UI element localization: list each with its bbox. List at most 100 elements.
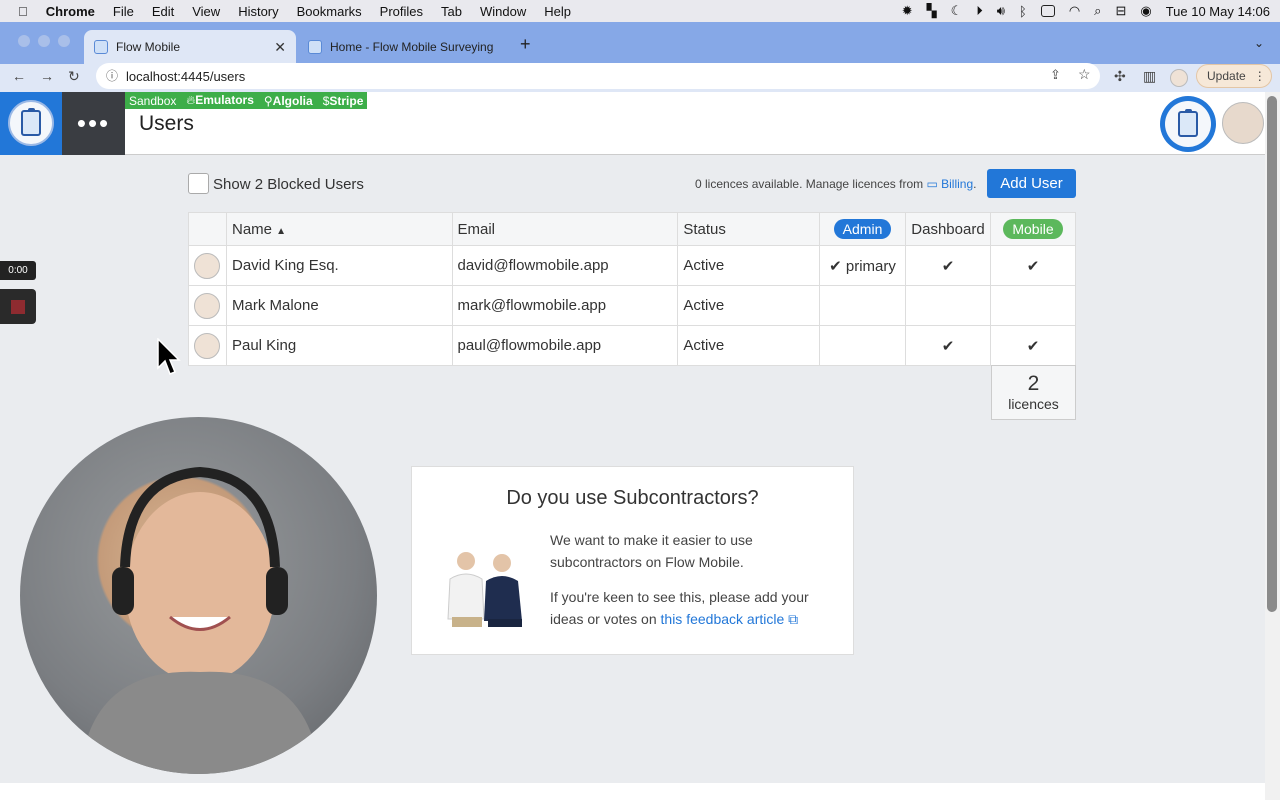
dashboard-cell[interactable]: ✔	[904, 245, 991, 286]
env-algolia[interactable]: ⚲Algolia	[264, 94, 313, 108]
feedback-article-link[interactable]: this feedback article ⧉	[661, 611, 799, 627]
user-name[interactable]: Mark Malone	[225, 285, 453, 326]
avatar	[194, 332, 221, 359]
wifi-icon[interactable]: ◠	[1069, 3, 1080, 19]
env-sandbox[interactable]: Sandbox	[129, 94, 176, 108]
mobile-column-header[interactable]: Mobile	[989, 212, 1077, 246]
scrollbar-thumb[interactable]	[1267, 96, 1277, 612]
side-panel-icon[interactable]: ▥	[1143, 68, 1156, 85]
menu-profiles[interactable]: Profiles	[380, 4, 423, 19]
profile-avatar[interactable]	[1170, 69, 1188, 87]
env-emulators[interactable]: 🔥︎Emulators	[186, 93, 254, 108]
grid-status-icon[interactable]: ▚	[927, 3, 937, 19]
name-column-header[interactable]: Name ▲	[225, 212, 453, 246]
sort-ascending-icon: ▲	[276, 225, 287, 237]
app-menu-button[interactable]: •••	[62, 92, 125, 155]
admin-cell[interactable]	[819, 285, 906, 326]
name-header-label: Name	[231, 220, 272, 238]
stop-recording-button[interactable]	[0, 289, 36, 324]
menu-window[interactable]: Window	[480, 4, 526, 19]
add-user-button[interactable]: Add User	[987, 169, 1076, 198]
site-info-icon[interactable]: ⓘ	[106, 67, 118, 84]
page-footer	[0, 783, 1265, 800]
dashboard-column-header[interactable]: Dashboard	[904, 212, 991, 246]
tab-title: Flow Mobile	[116, 40, 181, 54]
menu-bookmarks[interactable]: Bookmarks	[297, 4, 362, 19]
show-blocked-checkbox[interactable]	[188, 173, 209, 194]
kebab-icon: ⋮	[1253, 69, 1266, 83]
users-table: Name ▲ Email Status Admin Dashboard Mobi…	[188, 212, 1077, 366]
clock[interactable]: Tue 10 May 14:06	[1166, 4, 1270, 19]
tab-home-flow-mobile-surveying[interactable]: Home - Flow Mobile Surveying	[298, 30, 510, 64]
scrollbar[interactable]	[1265, 92, 1280, 800]
table-row[interactable]: Mark Malone mark@flowmobile.app Active	[188, 285, 1077, 326]
new-tab-icon[interactable]: +	[520, 34, 531, 55]
table-row[interactable]: Paul King paul@flowmobile.app Active ✔ ✔	[188, 325, 1077, 366]
mobile-cell[interactable]: ✔	[989, 245, 1077, 286]
menu-edit[interactable]: Edit	[152, 4, 174, 19]
share-icon[interactable]: ⇪	[1050, 67, 1061, 83]
mobile-cell[interactable]	[989, 285, 1077, 326]
row-avatar	[188, 325, 227, 366]
avatar	[194, 252, 221, 279]
volume-icon[interactable]: 🔊︎	[997, 3, 1005, 19]
admin-cell[interactable]	[819, 325, 906, 366]
control-center-icon[interactable]: ⊟	[1115, 3, 1126, 19]
licence-total: 2 licences	[991, 365, 1076, 420]
close-tab-icon[interactable]: ✕	[274, 39, 286, 56]
tab-flow-mobile[interactable]: Flow Mobile ✕	[84, 30, 296, 64]
mobile-badge: Mobile	[1003, 219, 1063, 239]
menu-chrome[interactable]: Chrome	[46, 4, 95, 19]
user-name[interactable]: David King Esq.	[225, 245, 453, 286]
minimize-window-icon[interactable]	[38, 35, 50, 47]
user-avatar[interactable]	[1222, 102, 1264, 144]
menu-view[interactable]: View	[192, 4, 220, 19]
extensions-icon[interactable]: ✣	[1114, 68, 1126, 85]
battery-icon[interactable]	[1040, 5, 1055, 17]
search-icon[interactable]: ⌕	[1094, 3, 1101, 19]
user-email: david@flowmobile.app	[451, 245, 679, 286]
address-bar[interactable]: ⓘ localhost:4445/users ⇪ ☆	[96, 63, 1100, 89]
bluetooth-icon[interactable]: ᛒ	[1019, 4, 1027, 19]
env-stripe[interactable]: $Stripe	[323, 94, 364, 108]
user-name[interactable]: Paul King	[225, 325, 453, 366]
siri-icon[interactable]: ◉	[1140, 3, 1151, 19]
table-row[interactable]: David King Esq. david@flowmobile.app Act…	[188, 245, 1077, 286]
page-title: Users	[139, 112, 194, 135]
tab-search-chevron-icon[interactable]: ⌄	[1254, 36, 1264, 50]
mac-menu-bar:  Chrome File Edit View History Bookmark…	[0, 0, 1280, 22]
play-icon[interactable]: ⏵	[976, 3, 983, 19]
show-blocked-label[interactable]: Show 2 Blocked Users	[213, 176, 364, 193]
zoom-window-icon[interactable]	[58, 35, 70, 47]
feedback-link-label: this feedback article	[660, 611, 785, 627]
app-logo[interactable]	[0, 92, 62, 155]
app-header: ••• Sandbox 🔥︎Emulators ⚲Algolia $Stripe…	[0, 92, 1265, 155]
apple-menu-icon[interactable]: 	[18, 4, 28, 19]
admin-column-header[interactable]: Admin	[819, 212, 906, 246]
moon-icon[interactable]: ☾	[951, 3, 963, 19]
menu-tab[interactable]: Tab	[441, 4, 462, 19]
dashboard-cell[interactable]: ✔	[904, 325, 991, 366]
mobile-cell[interactable]: ✔	[989, 325, 1077, 366]
org-logo[interactable]	[1160, 96, 1216, 152]
email-column-header[interactable]: Email	[451, 212, 679, 246]
table-header-row: Name ▲ Email Status Admin Dashboard Mobi…	[188, 212, 1077, 246]
admin-cell[interactable]: ✔ primary	[819, 245, 906, 286]
update-button[interactable]: Update ⋮	[1196, 64, 1272, 88]
billing-link[interactable]: ▭ Billing	[926, 177, 973, 191]
gear-status-icon[interactable]: ✹	[902, 3, 913, 19]
subcontractors-card: Do you use Subcontractors? We want to ma…	[411, 466, 854, 655]
close-window-icon[interactable]	[18, 35, 30, 47]
menu-history[interactable]: History	[238, 4, 278, 19]
back-icon[interactable]: ←	[12, 68, 26, 84]
browser-tab-strip: Flow Mobile ✕ Home - Flow Mobile Surveyi…	[0, 22, 1280, 64]
reload-icon[interactable]: ↻	[68, 68, 80, 85]
licence-text: 0 licences available. Manage licences fr…	[695, 177, 927, 191]
status-column-header[interactable]: Status	[677, 212, 821, 246]
bookmark-star-icon[interactable]: ☆	[1078, 66, 1091, 83]
menu-help[interactable]: Help	[544, 4, 571, 19]
forward-icon[interactable]: →	[40, 68, 54, 84]
user-status: Active	[677, 285, 821, 326]
dashboard-cell[interactable]	[904, 285, 991, 326]
menu-file[interactable]: File	[113, 4, 134, 19]
